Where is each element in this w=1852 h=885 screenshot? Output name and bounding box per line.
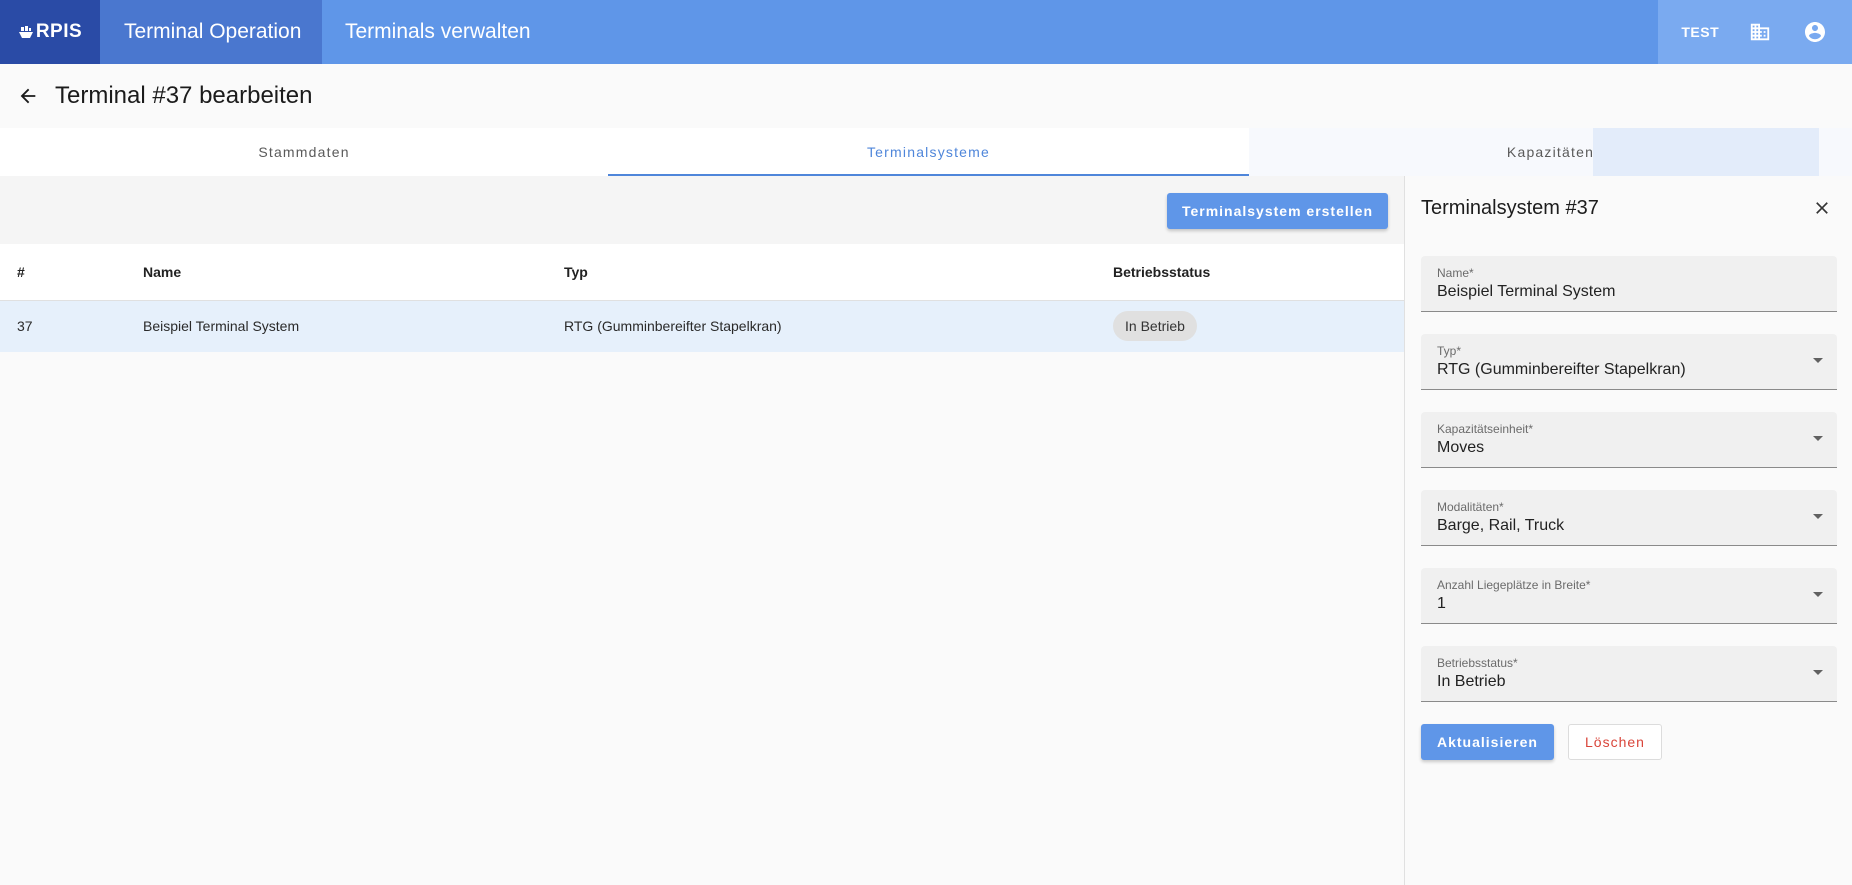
field-value: RTG (Gumminbereifter Stapelkran) [1437, 361, 1686, 378]
field-label: Name* [1437, 266, 1474, 280]
dropdown-arrow-icon [1813, 670, 1823, 675]
cell-id: 37 [0, 300, 126, 352]
field-label: Kapazitätseinheit* [1437, 422, 1534, 436]
panel-header: Terminalsystem #37 [1405, 176, 1852, 240]
update-button[interactable]: Aktualisieren [1421, 724, 1554, 760]
betriebsstatus-select[interactable]: Betriebsstatus* In Betrieb [1421, 646, 1837, 702]
page-header: Terminal #37 bearbeiten [0, 64, 1852, 128]
kapazitaetseinheit-select[interactable]: Kapazitätseinheit* Moves [1421, 412, 1837, 468]
field-value: In Betrieb [1437, 673, 1506, 690]
terminal-systems-list: Terminalsystem erstellen # Name Typ Betr… [0, 176, 1404, 885]
field-label: Modalitäten* [1437, 500, 1504, 514]
cell-name: Beispiel Terminal System [126, 300, 547, 352]
table-header-row: # Name Typ Betriebsstatus [0, 244, 1404, 301]
liegeplaetze-select[interactable]: Anzahl Liegeplätze in Breite* 1 [1421, 568, 1837, 624]
field-value: 1 [1437, 595, 1446, 612]
field-label: Typ* [1437, 344, 1462, 358]
tab-label: Stammdaten [258, 144, 350, 160]
back-arrow-icon[interactable] [14, 82, 42, 110]
page-title: Terminal #37 bearbeiten [55, 82, 313, 109]
close-icon[interactable] [1808, 194, 1836, 222]
logo-text: RPIS [35, 21, 83, 42]
table-row[interactable]: 37 Beispiel Terminal System RTG (Gumminb… [0, 300, 1404, 352]
tab-label: Kapazitäten [1506, 144, 1595, 160]
cell-status: In Betrieb [1096, 300, 1404, 352]
tab-bar: Stammdaten Terminalsysteme Kapazitäten [0, 128, 1852, 176]
account-circle-icon[interactable] [1801, 18, 1829, 46]
tab-stammdaten[interactable]: Stammdaten [0, 128, 608, 176]
tab-label: Terminalsysteme [866, 144, 991, 160]
top-app-bar: RPIS Terminal Operation Terminals verwal… [0, 0, 1852, 64]
status-chip: In Betrieb [1113, 311, 1197, 342]
column-header-typ[interactable]: Typ [547, 244, 1096, 301]
hover-ripple [1593, 128, 1819, 176]
edit-panel: Terminalsystem #37 Name* Beispiel Termin… [1404, 176, 1852, 885]
tab-terminalsysteme[interactable]: Terminalsysteme [608, 128, 1249, 176]
dropdown-arrow-icon [1813, 358, 1823, 363]
name-field[interactable]: Name* Beispiel Terminal System [1421, 256, 1837, 312]
nav-terminals-verwalten[interactable]: Terminals verwalten [322, 0, 1658, 64]
dropdown-arrow-icon [1813, 436, 1823, 441]
nav-terminal-operation[interactable]: Terminal Operation [100, 0, 322, 64]
cell-typ: RTG (Gumminbereifter Stapelkran) [547, 300, 1096, 352]
dropdown-arrow-icon [1813, 592, 1823, 597]
modalitaeten-select[interactable]: Modalitäten* Barge, Rail, Truck [1421, 490, 1837, 546]
tab-kapazitaeten[interactable]: Kapazitäten [1249, 128, 1852, 176]
building-icon[interactable] [1746, 18, 1774, 46]
create-terminal-system-button[interactable]: Terminalsystem erstellen [1166, 193, 1388, 229]
column-header-id[interactable]: # [0, 244, 126, 301]
field-label: Anzahl Liegeplätze in Breite* [1437, 578, 1591, 592]
terminal-systems-table: # Name Typ Betriebsstatus 37 Beispiel Te… [0, 244, 1404, 352]
ship-icon [18, 26, 33, 38]
delete-button[interactable]: Löschen [1568, 724, 1662, 760]
list-toolbar: Terminalsystem erstellen [0, 176, 1404, 244]
field-value: Moves [1437, 439, 1485, 456]
field-value: Barge, Rail, Truck [1437, 517, 1565, 534]
field-label: Betriebsstatus* [1437, 656, 1518, 670]
typ-select[interactable]: Typ* RTG (Gumminbereifter Stapelkran) [1421, 334, 1837, 390]
dropdown-arrow-icon [1813, 514, 1823, 519]
field-value: Beispiel Terminal System [1437, 283, 1616, 300]
column-header-status[interactable]: Betriebsstatus [1096, 244, 1404, 301]
app-logo[interactable]: RPIS [0, 0, 100, 64]
column-header-name[interactable]: Name [126, 244, 547, 301]
top-right-actions: TEST [1658, 0, 1852, 64]
panel-title: Terminalsystem #37 [1421, 196, 1599, 219]
tenant-label[interactable]: TEST [1681, 24, 1719, 40]
